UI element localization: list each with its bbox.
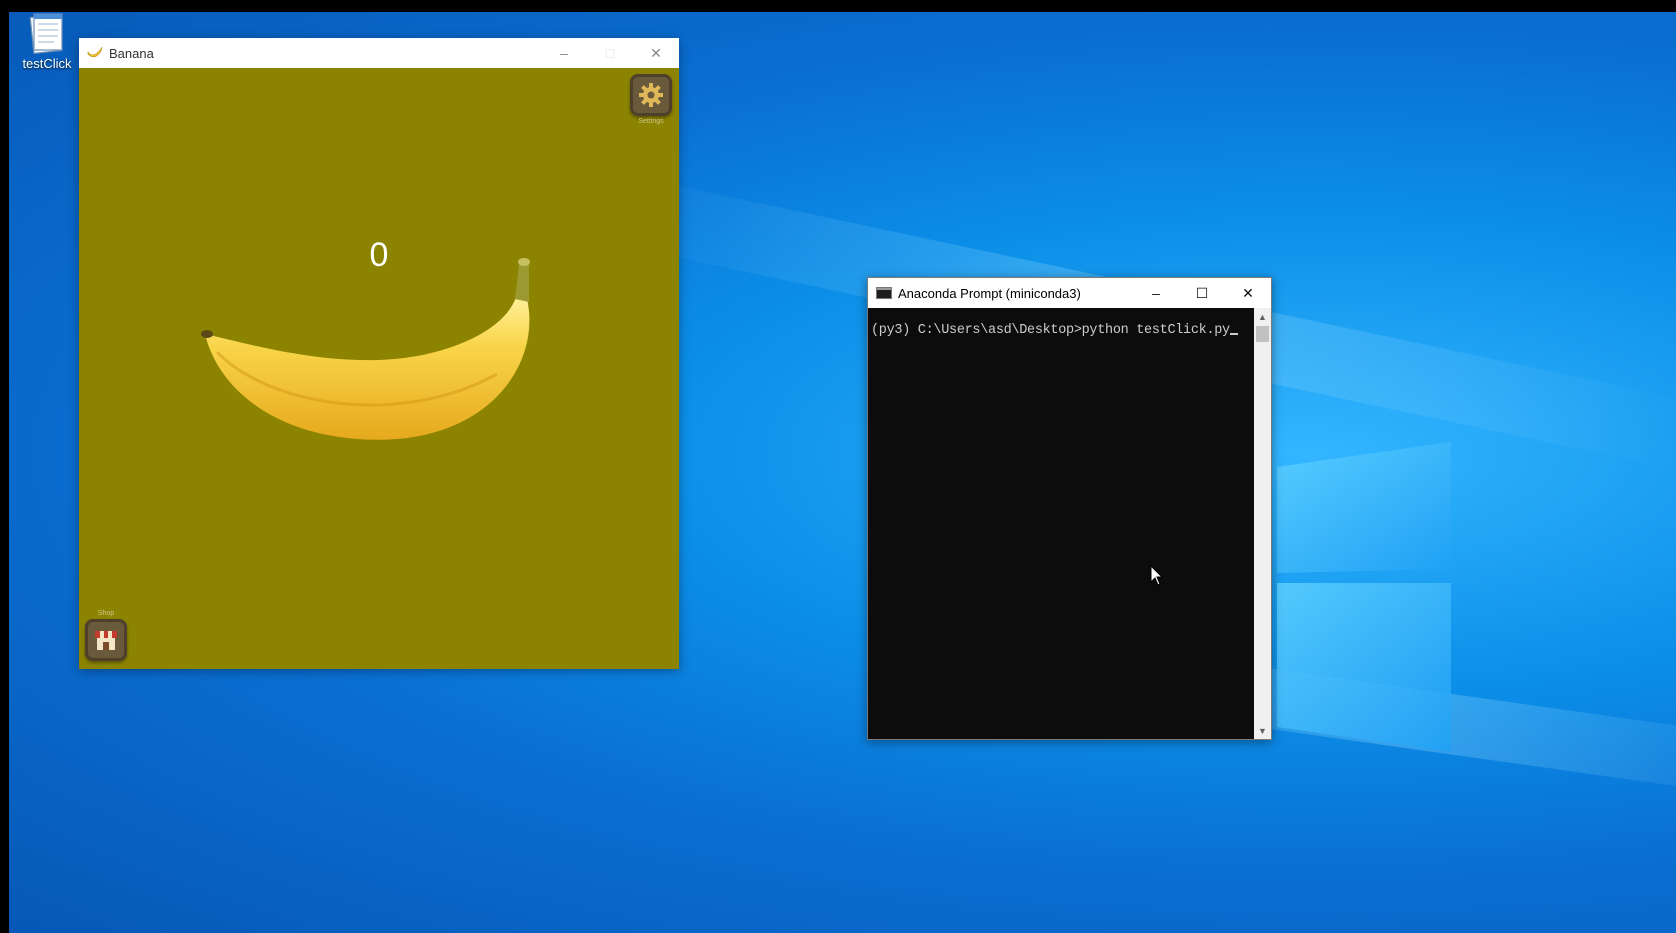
shop-label: Shop — [97, 610, 115, 617]
banana-game-area: 0 Settings Shop — [79, 68, 679, 669]
text-cursor — [1229, 333, 1238, 335]
scroll-up-arrow-icon[interactable]: ▲ — [1254, 308, 1271, 325]
settings-label: Settings — [638, 118, 664, 125]
scroll-down-arrow-icon[interactable]: ▼ — [1254, 722, 1271, 739]
shop-stall-icon — [95, 631, 117, 650]
console-output[interactable]: (py3) C:\Users\asd\Desktop>python testCl… — [868, 308, 1254, 739]
settings-button[interactable] — [630, 74, 672, 116]
close-button[interactable]: ✕ — [633, 38, 679, 68]
desktop-icon-label: testClick — [22, 56, 72, 71]
maximize-button[interactable]: ☐ — [1179, 278, 1225, 308]
desktop-icon-testclick[interactable]: testClick — [12, 10, 82, 71]
minimize-button[interactable]: – — [1133, 278, 1179, 308]
maximize-button[interactable]: □ — [587, 38, 633, 68]
banana-titlebar[interactable]: Banana – □ ✕ — [79, 38, 679, 68]
console-scrollbar[interactable]: ▲ ▼ — [1254, 308, 1271, 739]
terminal-icon — [876, 287, 892, 299]
banana-icon — [87, 46, 103, 60]
scroll-thumb[interactable] — [1256, 326, 1269, 342]
shop-button[interactable] — [85, 619, 127, 661]
banana-clickable[interactable] — [197, 254, 557, 454]
mouse-pointer-icon — [1150, 565, 1164, 586]
banana-window[interactable]: Banana – □ ✕ 0 Settings Shop — [79, 38, 679, 669]
notepad-file-icon — [28, 10, 66, 55]
window-title: Banana — [109, 45, 154, 61]
console-window[interactable]: Anaconda Prompt (miniconda3) – ☐ ✕ (py3)… — [867, 277, 1272, 740]
minimize-button[interactable]: – — [541, 38, 587, 68]
gear-icon — [639, 83, 663, 107]
prompt-text: (py3) C:\Users\asd\Desktop>python testCl… — [871, 323, 1230, 338]
window-title: Anaconda Prompt (miniconda3) — [898, 285, 1081, 301]
console-prompt-line: (py3) C:\Users\asd\Desktop>python testCl… — [871, 323, 1238, 338]
close-button[interactable]: ✕ — [1225, 278, 1271, 308]
console-titlebar[interactable]: Anaconda Prompt (miniconda3) – ☐ ✕ — [868, 278, 1271, 308]
